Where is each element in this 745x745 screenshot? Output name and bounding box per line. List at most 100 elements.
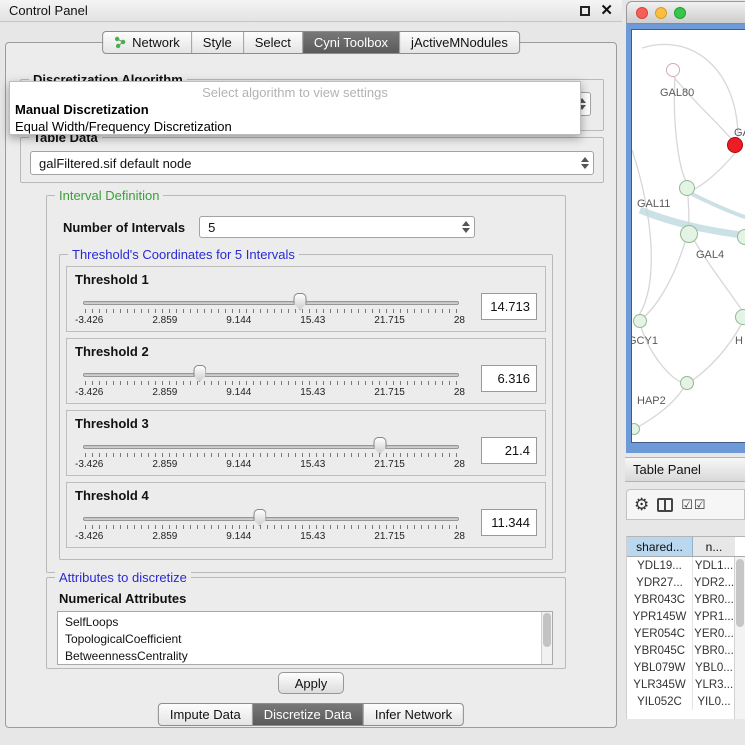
slider-scale: -3.4262.8599.14415.4321.71528: [75, 387, 465, 398]
slider-scale: -3.4262.8599.14415.4321.71528: [75, 531, 465, 542]
control-panel-window: Control Panel ✕ Network Style Select Cyn…: [0, 0, 622, 745]
tab-jactivemnodules[interactable]: jActiveMNodules: [400, 32, 519, 53]
apply-button[interactable]: Apply: [278, 672, 344, 694]
numerical-attributes-label: Numerical Attributes: [59, 591, 565, 606]
threshold-value-field[interactable]: 6.316: [481, 365, 537, 392]
threshold-slider[interactable]: -3.4262.8599.14415.4321.71528: [83, 509, 459, 547]
slider-thumb[interactable]: [253, 509, 266, 526]
threshold-slider[interactable]: -3.4262.8599.14415.4321.71528: [83, 365, 459, 403]
number-of-intervals-select[interactable]: 5: [199, 216, 475, 238]
scale-tick-label: 28: [454, 315, 465, 326]
table-cell: YLR345W: [627, 676, 693, 693]
table-row[interactable]: YIL052CYIL0...: [627, 693, 745, 710]
threshold-box: Threshold 1 -3.4262.8599.14415.4321.7152…: [66, 266, 546, 332]
slider-ticks: [85, 525, 457, 529]
tab-infer-network[interactable]: Infer Network: [364, 704, 463, 725]
table-row[interactable]: YDL19...YDL1...: [627, 557, 745, 574]
table-row[interactable]: YBR045CYBR0...: [627, 642, 745, 659]
close-icon[interactable]: ✕: [600, 6, 613, 16]
table-row[interactable]: YLR345WYLR3...: [627, 676, 745, 693]
interval-definition-group: Interval Definition Number of Intervals …: [46, 195, 566, 573]
table-cell: YDL19...: [627, 557, 693, 574]
scale-tick-label: 28: [454, 531, 465, 542]
threshold-value-field[interactable]: 21.4: [481, 437, 537, 464]
table-row[interactable]: YPR145WYPR1...: [627, 608, 745, 625]
scale-tick-label: -3.426: [75, 315, 103, 326]
network-node[interactable]: [680, 225, 698, 243]
scale-tick-label: 9.144: [226, 459, 251, 470]
tab-impute-data[interactable]: Impute Data: [159, 704, 253, 725]
numerical-attributes-list[interactable]: SelfLoopsTopologicalCoefficientBetweenne…: [57, 611, 553, 665]
select-all-checkbox-icon[interactable]: ☑☑: [681, 497, 706, 513]
table-row[interactable]: YDR27...YDR2...: [627, 574, 745, 591]
threshold-label: Threshold 1: [75, 272, 149, 287]
scale-tick-label: 2.859: [152, 459, 177, 470]
threshold-box: Threshold 4 -3.4262.8599.14415.4321.7152…: [66, 482, 546, 548]
tab-select[interactable]: Select: [244, 32, 303, 53]
network-view-window: GAL80GAGAL11GAL4GCY1HHAP2: [626, 1, 745, 453]
table-row[interactable]: YBL079WYBL0...: [627, 659, 745, 676]
attribute-item[interactable]: BetweennessCentrality: [65, 648, 538, 665]
threshold-value-field[interactable]: 14.713: [481, 293, 537, 320]
network-node[interactable]: [735, 309, 745, 325]
slider-thumb[interactable]: [294, 293, 307, 310]
network-node-label: GAL80: [660, 87, 694, 99]
slider-thumb[interactable]: [193, 365, 206, 382]
threshold-slider[interactable]: -3.4262.8599.14415.4321.71528: [83, 293, 459, 331]
network-window-titlebar: [626, 1, 745, 24]
tab-network-label: Network: [132, 35, 180, 50]
cyni-toolbox-panel: Discretization Algorithm Select algorith…: [5, 42, 617, 728]
slider-ticks: [85, 381, 457, 385]
column-header-name[interactable]: n...: [693, 537, 735, 556]
tab-cyni-toolbox[interactable]: Cyni Toolbox: [303, 32, 400, 53]
table-cell: YDR2...: [693, 574, 735, 591]
table-cell: YER054C: [627, 625, 693, 642]
float-window-icon[interactable]: [580, 6, 590, 16]
threshold-box: Threshold 2 -3.4262.8599.14415.4321.7152…: [66, 338, 546, 404]
scale-tick-label: 15.43: [300, 315, 325, 326]
threshold-box: Threshold 3 -3.4262.8599.14415.4321.7152…: [66, 410, 546, 476]
settings-gear-icon[interactable]: ⚙: [634, 496, 649, 513]
table-scrollbar[interactable]: [734, 557, 745, 719]
network-canvas[interactable]: GAL80GAGAL11GAL4GCY1HHAP2: [631, 29, 745, 443]
network-node-label: HAP2: [637, 395, 666, 407]
tab-discretize-data[interactable]: Discretize Data: [253, 704, 364, 725]
table-data-select[interactable]: galFiltered.sif default node: [30, 151, 594, 175]
table-header-row: shared... n...: [627, 537, 745, 557]
slider-track[interactable]: [83, 517, 459, 521]
network-node[interactable]: [680, 376, 694, 390]
zoom-traffic-light[interactable]: [674, 7, 686, 19]
table-row[interactable]: YER054CYER0...: [627, 625, 745, 642]
table-panel-title: Table Panel: [633, 462, 701, 477]
network-node[interactable]: [666, 63, 680, 77]
network-node[interactable]: [679, 180, 695, 196]
table-row[interactable]: YBR043CYBR0...: [627, 591, 745, 608]
network-node-selected[interactable]: [727, 137, 743, 153]
tab-network[interactable]: Network: [103, 32, 192, 53]
scale-tick-label: -3.426: [75, 531, 103, 542]
columns-icon[interactable]: [657, 498, 673, 512]
threshold-value-field[interactable]: 11.344: [481, 509, 537, 536]
close-traffic-light[interactable]: [636, 7, 648, 19]
minimize-traffic-light[interactable]: [655, 7, 667, 19]
bottom-tab-bar: Impute Data Discretize Data Infer Networ…: [158, 703, 464, 726]
table-cell: YPR145W: [627, 608, 693, 625]
scale-tick-label: 15.43: [300, 459, 325, 470]
tab-style[interactable]: Style: [192, 32, 244, 53]
number-of-intervals-value: 5: [208, 220, 215, 235]
slider-track[interactable]: [83, 301, 459, 305]
table-cell: YER0...: [693, 625, 735, 642]
attribute-item[interactable]: TopologicalCoefficient: [65, 631, 538, 648]
dropdown-option-equal-width-frequency[interactable]: Equal Width/Frequency Discretization: [10, 118, 580, 135]
threshold-slider[interactable]: -3.4262.8599.14415.4321.71528: [83, 437, 459, 475]
slider-track[interactable]: [83, 373, 459, 377]
control-panel-titlebar: Control Panel ✕: [0, 0, 622, 22]
slider-thumb[interactable]: [374, 437, 387, 454]
slider-track[interactable]: [83, 445, 459, 449]
attributes-to-discretize-group: Attributes to discretize Numerical Attri…: [46, 577, 566, 669]
attribute-item[interactable]: SelfLoops: [65, 614, 538, 631]
column-header-shared-name[interactable]: shared...: [627, 537, 693, 556]
network-node[interactable]: [633, 314, 647, 328]
dropdown-option-manual-discretization[interactable]: Manual Discretization: [10, 101, 580, 118]
list-scrollbar[interactable]: [541, 612, 552, 664]
